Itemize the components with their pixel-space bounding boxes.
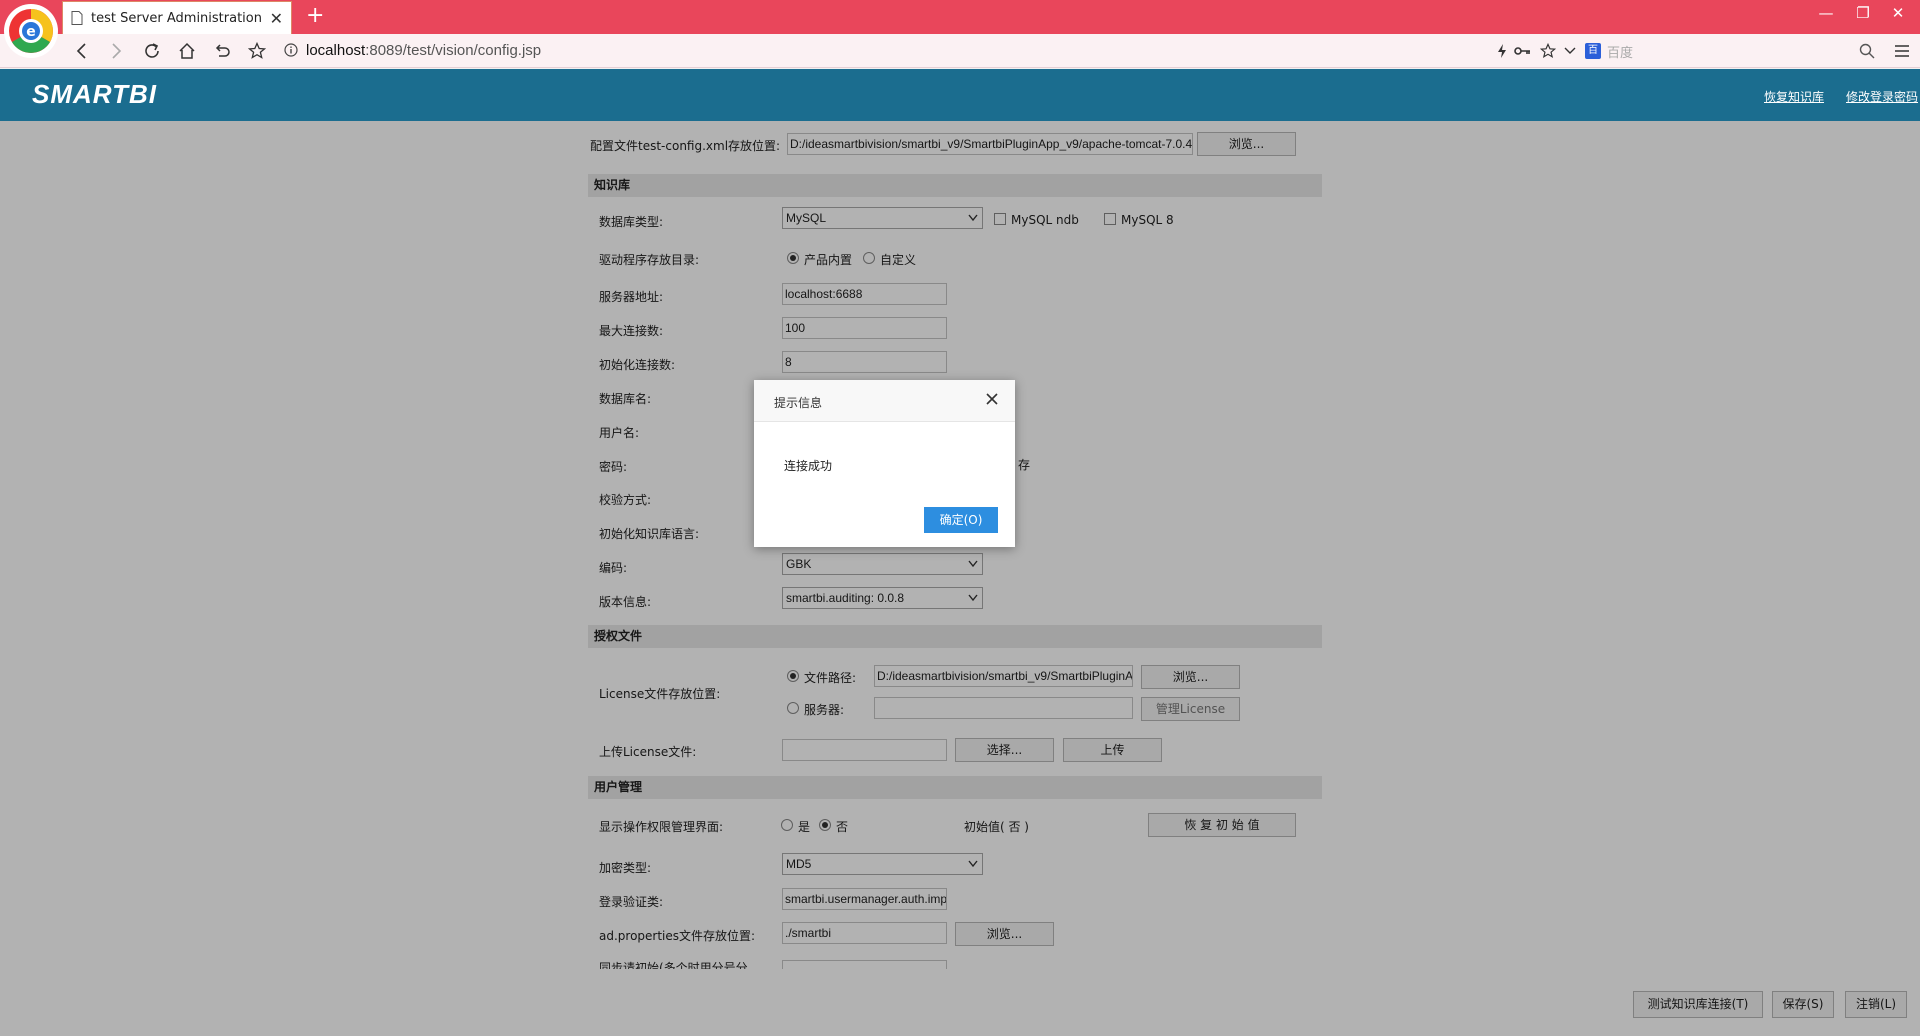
close-window-icon[interactable]: ✕ (1878, 4, 1918, 22)
app-header: SMARTBI 恢复知识库 修改登录密码 (0, 69, 1920, 121)
modal-overlay (0, 121, 1920, 1036)
change-password-link[interactable]: 修改登录密码 (1846, 88, 1918, 105)
address-bar[interactable]: localhost:8089/test/vision/config.jsp (306, 42, 541, 59)
favorite-star-icon[interactable] (245, 39, 269, 63)
lightning-icon[interactable] (1493, 42, 1511, 60)
search-icon[interactable] (1859, 43, 1875, 59)
address-host: localhost (306, 42, 366, 59)
forward-icon[interactable] (104, 39, 128, 63)
browser-tab[interactable]: test Server Administration Co ✕ (62, 1, 292, 34)
dialog-message: 连接成功 (784, 459, 833, 473)
document-icon (71, 11, 83, 25)
tab-close-icon[interactable]: ✕ (270, 9, 283, 28)
tab-title: test Server Administration Co (91, 10, 264, 26)
browser-titlebar: test Server Administration Co ✕ + — ❐ ✕ (0, 0, 1920, 34)
reload-icon[interactable] (140, 39, 164, 63)
site-info-icon[interactable] (284, 43, 298, 57)
address-path: :8089/test/vision/config.jsp (365, 42, 542, 59)
home-icon[interactable] (175, 39, 199, 63)
undo-close-icon[interactable] (210, 39, 234, 63)
message-dialog: 提示信息 连接成功 确定(O) (754, 380, 1015, 547)
key-icon[interactable] (1514, 42, 1532, 60)
minimize-icon[interactable]: — (1806, 4, 1846, 22)
browser-logo-icon[interactable]: e (4, 4, 58, 58)
baidu-icon[interactable]: 百 (1585, 43, 1601, 59)
restore-knowledge-link[interactable]: 恢复知识库 (1764, 88, 1824, 105)
restore-icon[interactable]: ❐ (1843, 4, 1883, 22)
back-icon[interactable] (70, 39, 94, 63)
search-box[interactable]: 百 百度 (1585, 39, 1875, 63)
menu-icon[interactable] (1893, 42, 1911, 60)
dialog-title: 提示信息 (774, 396, 823, 410)
ok-button[interactable]: 确定(O) (924, 507, 998, 533)
smartbi-logo: SMARTBI (32, 79, 157, 109)
chevron-down-icon[interactable] (1561, 42, 1579, 60)
close-icon[interactable] (985, 392, 999, 406)
search-placeholder: 百度 (1607, 45, 1634, 61)
dialog-header: 提示信息 (754, 380, 1015, 422)
browser-navbar: localhost:8089/test/vision/config.jsp 百 … (0, 34, 1920, 68)
bookmark-star-icon[interactable] (1539, 42, 1557, 60)
new-tab-button[interactable]: + (306, 4, 324, 28)
svg-text:e: e (26, 24, 36, 40)
